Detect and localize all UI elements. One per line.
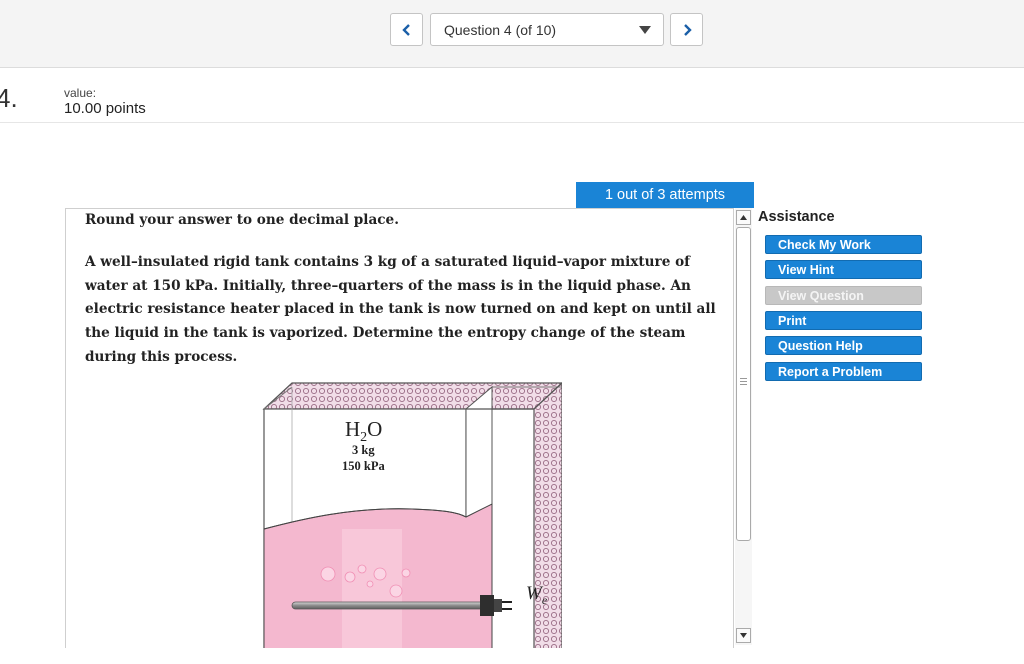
question-nav-bar: Question 4 (of 10) xyxy=(0,0,1024,68)
scroll-up-button[interactable] xyxy=(736,210,751,225)
print-button[interactable]: Print xyxy=(765,311,922,330)
question-panel: Round your answer to one decimal place. … xyxy=(65,208,734,648)
tank-figure: H2O 3 kg 150 kPa We xyxy=(262,379,562,648)
chevron-left-icon xyxy=(401,23,410,36)
value-points: 10.00 points xyxy=(64,100,146,117)
question-select-label: Question 4 (of 10) xyxy=(444,22,557,38)
scroll-grip-icon xyxy=(740,378,747,385)
heater-plug xyxy=(480,595,494,616)
chevron-right-icon xyxy=(683,23,692,36)
view-question-button: View Question xyxy=(765,286,922,305)
check-my-work-button[interactable]: Check My Work xyxy=(765,235,922,254)
problem-text: A well–insulated rigid tank contains 3 k… xyxy=(85,254,716,365)
report-a-problem-button[interactable]: Report a Problem xyxy=(765,362,922,381)
mass-label: 3 kg xyxy=(352,443,375,457)
substance-label: H2O xyxy=(345,417,383,446)
assistance-title: Assistance xyxy=(758,209,835,225)
arrow-up-icon xyxy=(740,215,747,220)
caret-down-icon xyxy=(639,26,651,34)
attempts-badge: 1 out of 3 attempts xyxy=(576,182,754,208)
previous-question-button[interactable] xyxy=(390,13,423,46)
scroll-down-button[interactable] xyxy=(736,628,751,643)
next-question-button[interactable] xyxy=(670,13,703,46)
question-number: 4. xyxy=(0,83,18,113)
insulation-side xyxy=(533,382,562,648)
view-hint-button[interactable]: View Hint xyxy=(765,260,922,279)
question-select[interactable]: Question 4 (of 10) xyxy=(430,13,664,46)
question-help-button[interactable]: Question Help xyxy=(765,336,922,355)
question-scrollbar[interactable] xyxy=(735,208,752,645)
instruction-text: Round your answer to one decimal place. xyxy=(85,212,399,228)
scroll-thumb[interactable] xyxy=(736,227,751,541)
header-divider xyxy=(0,122,1024,123)
electrical-work-label: We xyxy=(526,583,548,607)
heater-rod xyxy=(291,601,489,610)
pressure-label: 150 kPa xyxy=(342,459,385,473)
value-label: value: xyxy=(64,86,97,100)
arrow-down-icon xyxy=(740,633,747,638)
tank-diagram xyxy=(262,382,562,648)
